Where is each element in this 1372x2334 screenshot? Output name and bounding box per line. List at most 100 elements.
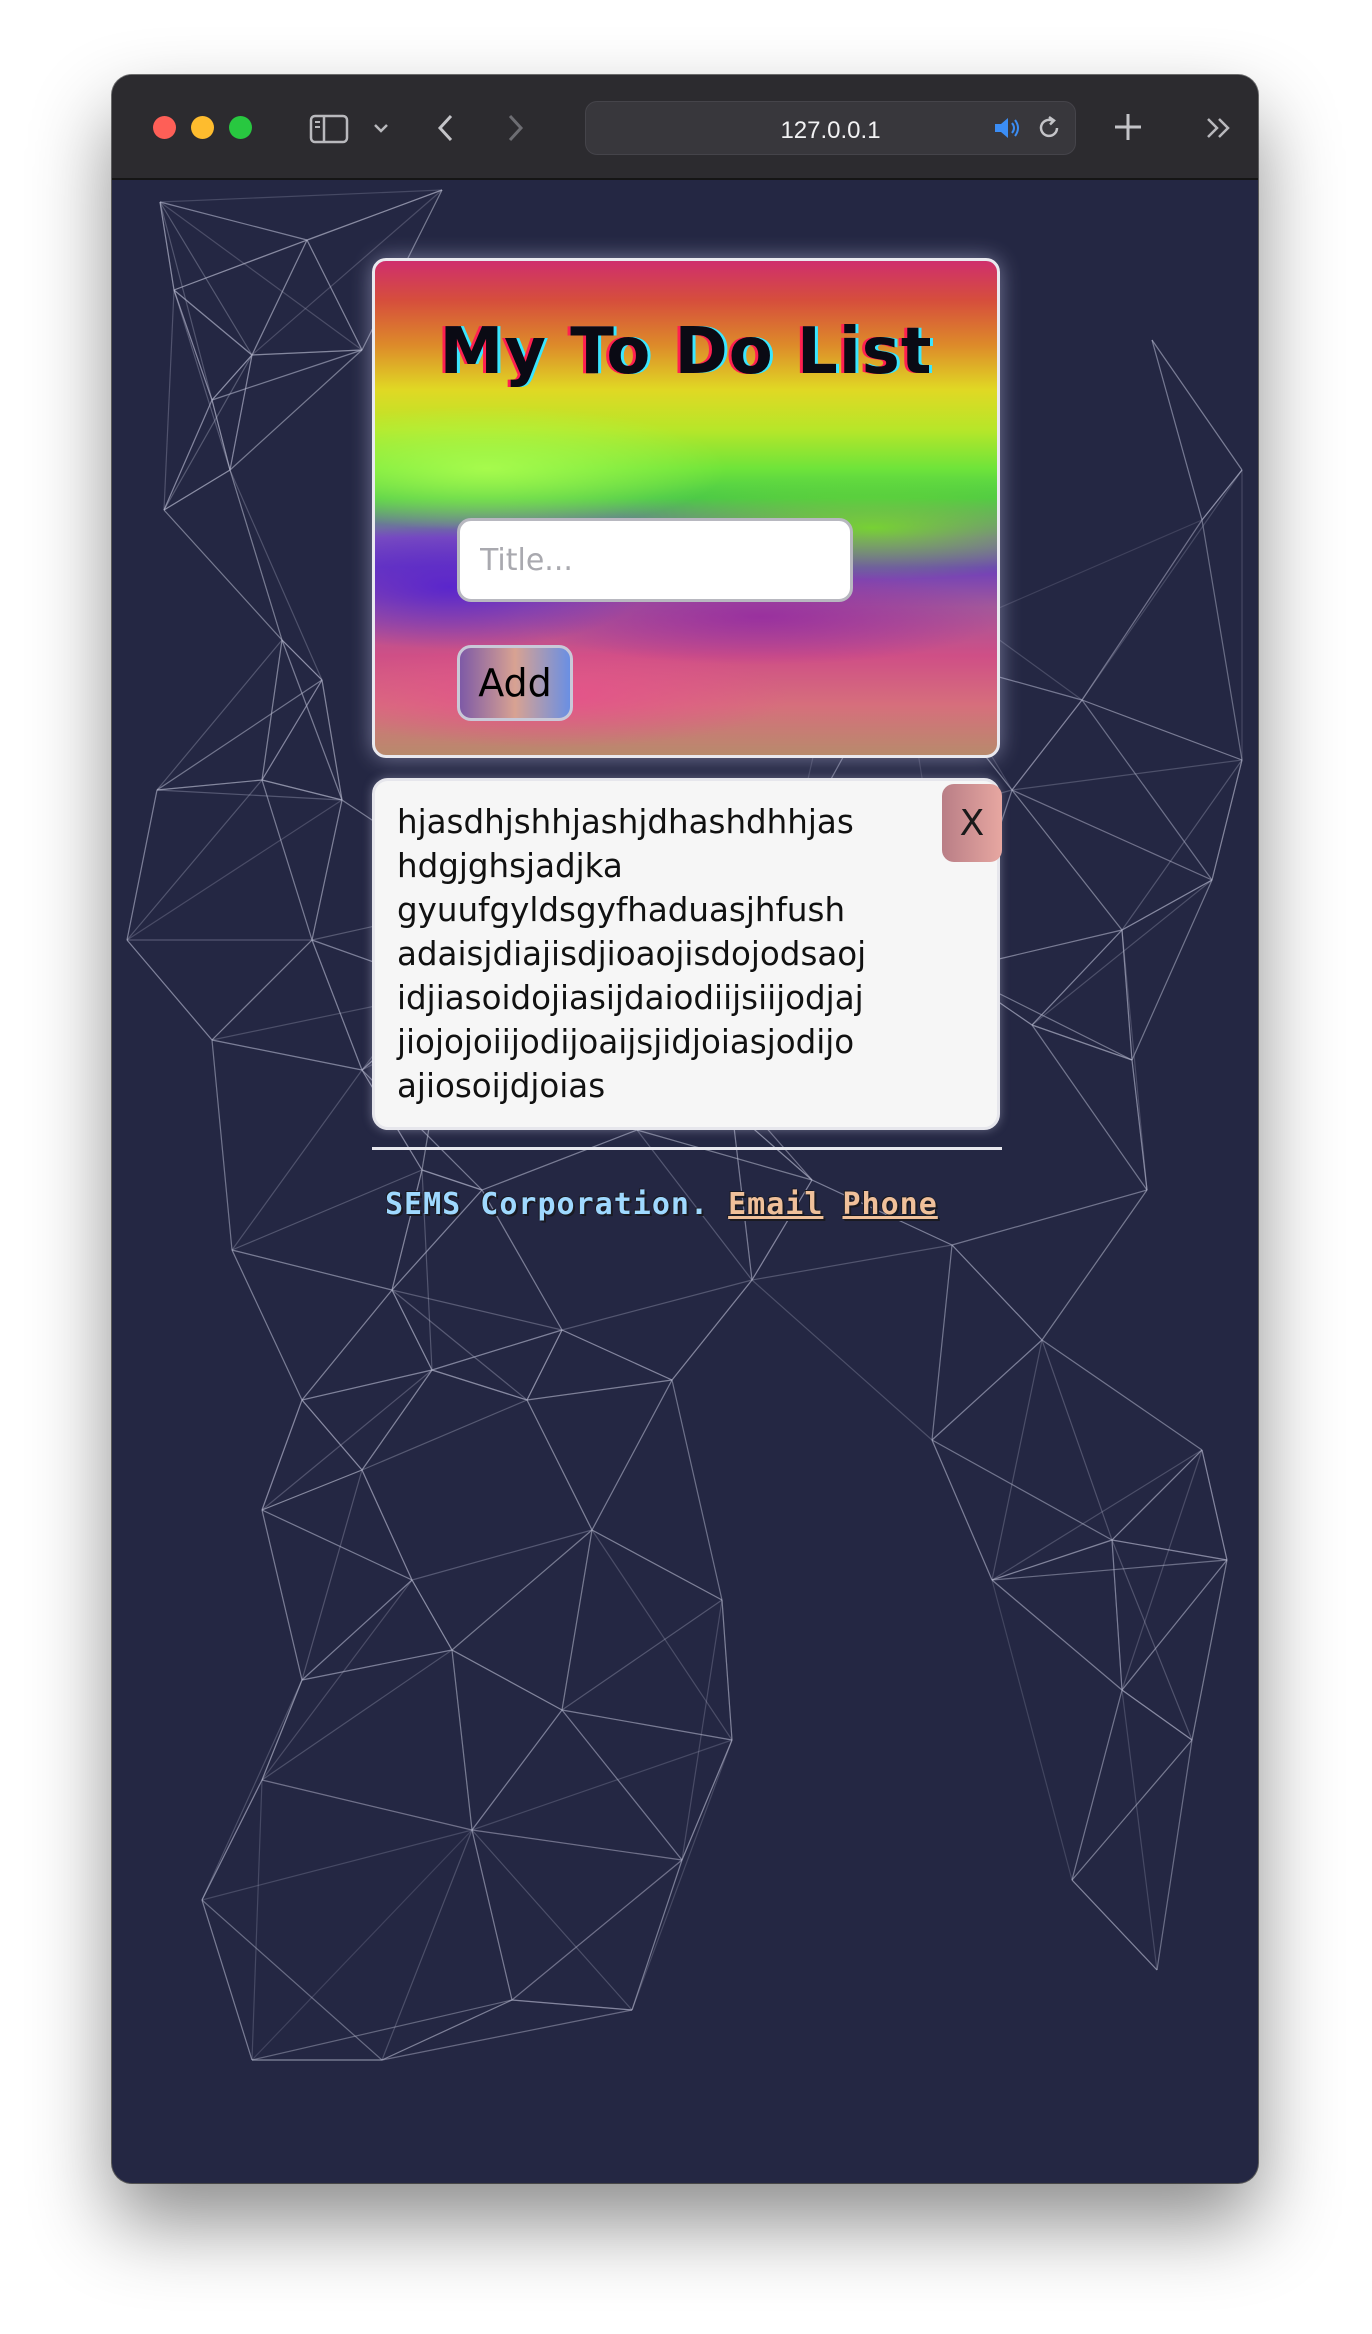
network-line	[301, 1579, 413, 1681]
footer: SEMS Corporation. Email Phone	[385, 1187, 938, 1222]
network-line	[1011, 789, 1213, 881]
address-bar[interactable]: 127.0.0.1	[585, 101, 1076, 155]
task-text-line: ajiosoijdjoias	[397, 1067, 606, 1105]
network-line	[229, 469, 323, 681]
network-line	[681, 1739, 733, 1861]
network-line	[261, 679, 323, 781]
network-line	[281, 639, 343, 801]
delete-task-button[interactable]: X	[942, 784, 1002, 862]
network-line	[1211, 759, 1243, 881]
title-input[interactable]	[457, 518, 853, 602]
browser-toolbar: 127.0.0.1	[112, 75, 1258, 180]
network-line	[631, 1739, 733, 2011]
back-icon[interactable]	[436, 113, 456, 146]
network-line	[321, 679, 343, 801]
network-line	[991, 1449, 1203, 1581]
network-line	[411, 1579, 453, 1651]
network-line	[451, 1649, 473, 1831]
network-line	[1151, 339, 1203, 521]
plus-icon[interactable]	[1112, 111, 1144, 146]
network-line	[261, 1469, 363, 1511]
network-line	[1201, 519, 1243, 761]
chevron-down-icon[interactable]	[372, 121, 390, 138]
task-text: hjasdhjshhjashjdhashdhhjas hdgjghsjadjka…	[397, 800, 937, 1108]
network-line	[261, 779, 313, 941]
speaker-icon[interactable]	[993, 116, 1023, 143]
forward-icon[interactable]	[505, 113, 525, 146]
network-line	[381, 2009, 633, 2061]
network-line	[159, 201, 308, 241]
network-line	[261, 1509, 303, 1681]
network-line	[1011, 699, 1083, 791]
network-line	[301, 1369, 433, 1401]
network-line	[1011, 759, 1243, 791]
todo-header-card: My To Do List Add	[372, 258, 1000, 758]
network-line	[931, 1244, 953, 1441]
sidebar-icon[interactable]	[309, 114, 349, 147]
network-line	[156, 679, 323, 791]
network-line	[201, 1829, 473, 1901]
network-line	[163, 289, 175, 511]
network-line	[231, 1249, 393, 1291]
network-line	[1081, 519, 1203, 701]
network-line	[721, 1599, 733, 1741]
network-line	[126, 799, 343, 941]
network-line	[211, 1039, 363, 1071]
network-line	[391, 1289, 528, 1401]
network-line	[163, 399, 213, 511]
task-text-line: gyuufgyldsgyfhaduasjhfush	[397, 891, 846, 929]
task-text-line: adaisjdiajisdjioaojisdojodsaoj	[397, 935, 867, 973]
footer-divider	[372, 1147, 1002, 1150]
network-line	[1201, 469, 1243, 521]
network-line	[126, 939, 213, 1041]
network-line	[361, 1469, 413, 1581]
network-line	[1121, 1689, 1158, 1971]
network-line	[591, 1379, 673, 1531]
network-line	[261, 1779, 473, 1831]
network-line	[591, 1529, 733, 1741]
network-line	[261, 779, 343, 801]
network-line	[1081, 699, 1243, 761]
network-line	[1041, 1189, 1148, 1341]
network-line	[1191, 1559, 1228, 1741]
network-line	[1121, 929, 1148, 1191]
network-line	[561, 1279, 753, 1331]
network-line	[201, 1679, 303, 1901]
email-link[interactable]: Email	[728, 1187, 823, 1222]
minimize-window-button[interactable]	[191, 116, 214, 139]
zoom-window-button[interactable]	[229, 116, 252, 139]
network-line	[211, 1039, 233, 1251]
network-line	[471, 1829, 633, 2011]
network-line	[201, 1899, 253, 2061]
network-line	[991, 1579, 1073, 1881]
network-line	[1031, 1024, 1133, 1061]
network-line	[561, 1709, 733, 1741]
network-line	[561, 1599, 723, 1711]
reload-icon[interactable]	[1035, 114, 1063, 145]
network-line	[163, 509, 283, 641]
network-line	[381, 1829, 473, 2061]
close-window-button[interactable]	[153, 116, 176, 139]
phone-link[interactable]: Phone	[842, 1187, 937, 1222]
network-line	[1031, 879, 1213, 1026]
network-line	[471, 1709, 563, 1831]
network-line	[251, 1829, 473, 2061]
more-icon[interactable]	[1204, 115, 1234, 144]
network-line	[451, 1529, 593, 1651]
network-line	[281, 639, 323, 681]
network-line	[1071, 1879, 1158, 1971]
network-line	[1201, 1449, 1228, 1561]
network-line	[1111, 1449, 1203, 1541]
network-line	[561, 1529, 593, 1711]
network-line	[261, 1579, 413, 1781]
network-line	[991, 1579, 1123, 1691]
add-button[interactable]: Add	[457, 645, 573, 721]
network-line	[1081, 469, 1243, 701]
network-line	[991, 1559, 1228, 1581]
network-line	[159, 201, 363, 351]
network-line	[431, 1369, 528, 1401]
network-line	[1121, 929, 1133, 1061]
network-line	[261, 1509, 413, 1581]
network-line	[301, 1469, 363, 1681]
task-text-line: hjasdhjshhjashjdhashdhhjas	[397, 803, 854, 841]
